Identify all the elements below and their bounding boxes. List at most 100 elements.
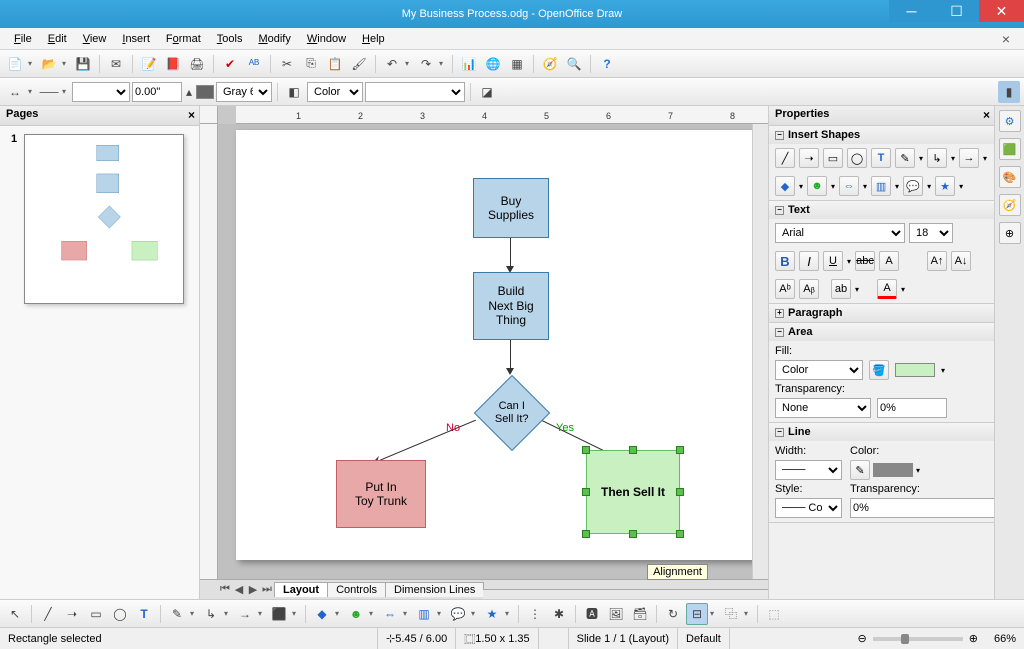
new-button[interactable]: 📄 [4, 53, 26, 75]
side-toggle-button[interactable]: ▮ [998, 81, 1020, 103]
shadow-button[interactable]: ◪ [476, 81, 498, 103]
tool-block-arrow[interactable]: ⇔ [839, 176, 859, 196]
resize-handle[interactable] [676, 530, 684, 538]
shadow-text-button[interactable]: A [879, 251, 899, 271]
3d-dd[interactable]: ▾ [292, 609, 300, 618]
points-tool[interactable]: ⋮ [524, 603, 546, 625]
shape-then-sell[interactable]: Then Sell It [586, 450, 680, 534]
fill-color-swatch[interactable] [895, 363, 935, 377]
menu-file[interactable]: File [6, 31, 40, 47]
tab-nav-last[interactable]: ⏭ [260, 583, 274, 596]
line-color-select[interactable]: Gray 6 [216, 82, 272, 102]
sidebar-styles-icon[interactable]: 🎨 [999, 166, 1021, 188]
tool-flowchart[interactable]: ▥ [871, 176, 891, 196]
tool-arrow[interactable]: ➝ [799, 148, 819, 168]
shape-buy[interactable]: Buy Supplies [473, 178, 549, 238]
copy-button[interactable]: ⎘ [300, 53, 322, 75]
arrow-dd[interactable]: ▾ [403, 609, 411, 618]
italic-button[interactable]: I [799, 251, 819, 271]
tool-text[interactable]: T [871, 148, 891, 168]
fill-color-select[interactable] [365, 82, 465, 102]
print-button[interactable]: 🖨 [186, 53, 208, 75]
resize-handle[interactable] [676, 488, 684, 496]
line-style-dropdown[interactable]: ▾ [62, 87, 70, 96]
line-color-swatch[interactable] [873, 463, 913, 477]
grow-font-button[interactable]: A↑ [927, 251, 947, 271]
pencil-icon[interactable]: ✎ [850, 460, 870, 480]
curve-dd[interactable]: ▾ [190, 609, 198, 618]
select-tool[interactable]: ↖ [4, 603, 26, 625]
zoom-slider[interactable]: ⊖⊕ [850, 628, 986, 649]
autospell-button[interactable]: ᴬᴮ [243, 53, 265, 75]
zoom-value[interactable]: 66% [986, 628, 1024, 649]
tab-nav-prev[interactable]: ◀ [232, 583, 246, 596]
alignment-tool[interactable]: ⊟ [686, 603, 708, 625]
properties-close-icon[interactable]: × [983, 108, 990, 122]
sidebar-functions-icon[interactable]: ⊕ [999, 222, 1021, 244]
zoom-button[interactable]: 🔍 [563, 53, 585, 75]
hyperlink-button[interactable]: 🌐 [482, 53, 504, 75]
flow-dd[interactable]: ▾ [437, 609, 445, 618]
line-style-select[interactable]: ─── Co [775, 498, 842, 518]
menu-help[interactable]: Help [354, 31, 393, 47]
line-color-swatch[interactable] [196, 85, 214, 99]
tool-symbol[interactable]: ☻ [807, 176, 827, 196]
menu-format[interactable]: Format [158, 31, 209, 47]
shape-toy-trunk[interactable]: Put In Toy Trunk [336, 460, 426, 528]
horizontal-scrollbar[interactable] [483, 589, 768, 599]
open-button[interactable]: 📂 [38, 53, 60, 75]
tab-nav-first[interactable]: ⏮ [218, 583, 232, 596]
tab-dimension-lines[interactable]: Dimension Lines [385, 582, 484, 597]
highlight-button[interactable]: ab [831, 279, 851, 299]
navigator-button[interactable]: 🧭 [539, 53, 561, 75]
tab-layout[interactable]: Layout [274, 582, 328, 597]
table-button[interactable]: ▦ [506, 53, 528, 75]
superscript-button[interactable]: Aᵇ [775, 279, 795, 299]
section-line[interactable]: Line [788, 426, 811, 438]
font-color-button[interactable]: A [877, 279, 897, 299]
rect-tool[interactable]: ▭ [85, 603, 107, 625]
curve-tool[interactable]: ✎ [166, 603, 188, 625]
menu-edit[interactable]: Edit [40, 31, 75, 47]
resize-handle[interactable] [629, 530, 637, 538]
shape-build[interactable]: Build Next Big Thing [473, 272, 549, 340]
minimize-button[interactable]: ─ [889, 0, 934, 22]
resize-handle[interactable] [676, 446, 684, 454]
star-dd[interactable]: ▾ [505, 609, 513, 618]
section-insert-shapes[interactable]: Insert Shapes [788, 129, 860, 141]
symbol-shapes-tool[interactable]: ☻ [345, 603, 367, 625]
tool-callout[interactable]: 💬 [903, 176, 923, 196]
save-button[interactable]: 💾 [72, 53, 94, 75]
extrusion-tool[interactable]: ⬚ [763, 603, 785, 625]
connector-dd[interactable]: ▾ [224, 609, 232, 618]
chart-button[interactable]: 📊 [458, 53, 480, 75]
star-tool[interactable]: ★ [481, 603, 503, 625]
sidebar-navigator-icon[interactable]: 🧭 [999, 194, 1021, 216]
area-style-button[interactable]: ◧ [283, 81, 305, 103]
sidebar-gallery-icon[interactable]: 🟩 [999, 138, 1021, 160]
menu-tools[interactable]: Tools [209, 31, 251, 47]
align-dd[interactable]: ▾ [710, 609, 718, 618]
section-paragraph[interactable]: Paragraph [788, 307, 842, 319]
tool-line[interactable]: ╱ [775, 148, 795, 168]
resize-handle[interactable] [582, 446, 590, 454]
arrow-style-button[interactable]: ↔ [4, 81, 26, 103]
callout-dd[interactable]: ▾ [471, 609, 479, 618]
redo-button[interactable]: ↷ [415, 53, 437, 75]
line-width-input[interactable] [132, 82, 182, 102]
text-tool[interactable]: T [133, 603, 155, 625]
tool-star[interactable]: ★ [935, 176, 955, 196]
pages-close-icon[interactable]: × [188, 108, 195, 122]
from-file-tool[interactable]: 🖼 [605, 603, 627, 625]
vertical-scrollbar[interactable] [752, 124, 768, 579]
menu-window[interactable]: Window [299, 31, 354, 47]
tool-ellipse[interactable]: ◯ [847, 148, 867, 168]
gallery-tool[interactable]: 🗃 [629, 603, 651, 625]
new-dropdown[interactable]: ▾ [28, 59, 36, 68]
shrink-font-button[interactable]: A↓ [951, 251, 971, 271]
help-button[interactable]: ? [596, 53, 618, 75]
drawing-canvas[interactable]: No Yes Buy Supplies Build Next Big Thing… [218, 124, 752, 579]
tab-nav-next[interactable]: ▶ [246, 583, 260, 596]
underline-button[interactable]: U [823, 251, 843, 271]
line-style-button[interactable]: ⸺ [38, 81, 60, 103]
